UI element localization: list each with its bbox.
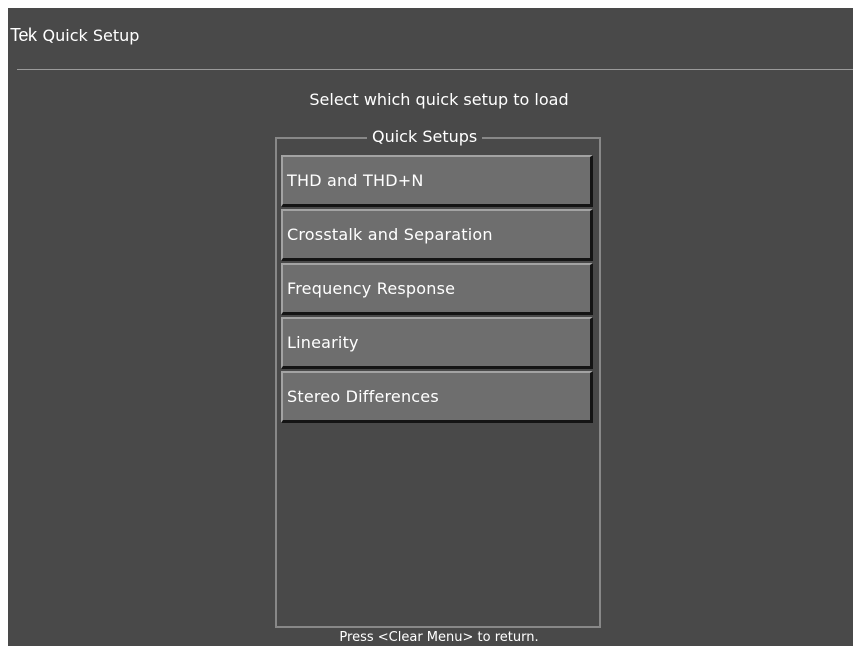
page-title: Quick Setup	[42, 26, 140, 45]
setup-button-stereo-differences[interactable]: Stereo Differences	[281, 371, 593, 423]
title-bar: Tek Quick Setup	[10, 25, 139, 51]
setup-button-label: Stereo Differences	[287, 387, 439, 406]
tek-logo: Tek	[10, 25, 37, 45]
setup-button-frequency-response[interactable]: Frequency Response	[281, 263, 593, 315]
quick-setups-group: Quick Setups THD and THD+N Crosstalk and…	[275, 127, 601, 628]
title-divider	[17, 69, 853, 70]
setup-button-linearity[interactable]: Linearity	[281, 317, 593, 369]
setup-button-label: Crosstalk and Separation	[287, 225, 493, 244]
quick-setups-group-title: Quick Setups	[367, 127, 483, 146]
quick-setups-list: THD and THD+N Crosstalk and Separation F…	[281, 155, 593, 425]
setup-button-thd[interactable]: THD and THD+N	[281, 155, 593, 207]
footer-hint: Press <Clear Menu> to return.	[339, 630, 539, 645]
setup-button-label: Linearity	[287, 333, 359, 352]
instruction-text: Select which quick setup to load	[309, 90, 569, 109]
setup-button-crosstalk[interactable]: Crosstalk and Separation	[281, 209, 593, 261]
setup-button-label: Frequency Response	[287, 279, 456, 298]
quick-setup-screen: Tek Quick Setup Select which quick setup…	[8, 8, 853, 646]
setup-button-label: THD and THD+N	[287, 171, 424, 190]
